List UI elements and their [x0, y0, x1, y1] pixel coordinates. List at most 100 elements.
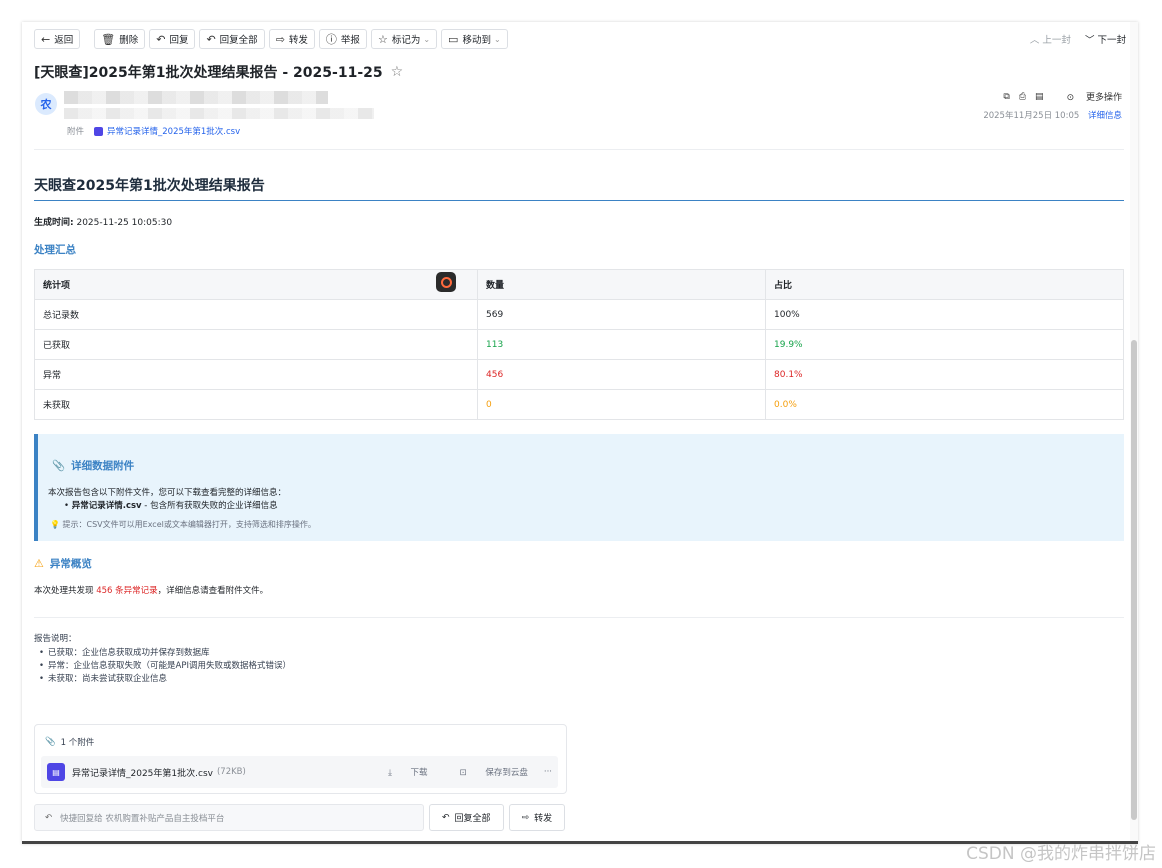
forward-button-bottom[interactable]: ⇨ 转发 — [508, 804, 566, 831]
download-button[interactable]: ⤓ 下载 — [372, 766, 427, 778]
title-rule — [34, 200, 1124, 201]
table-row: 总记录数 569 100% — [34, 299, 1124, 330]
column-header: 占比 — [765, 269, 1124, 300]
reply-all-button[interactable]: ↶ 回复全部 — [199, 29, 265, 49]
list-item: 异常：企业信息获取失败（可能是API调用失败或数据格式错误） — [39, 660, 291, 673]
notes-title: 报告说明： — [34, 634, 77, 644]
star-icon: ☆ — [377, 32, 388, 46]
stat-count: 0 — [477, 389, 766, 420]
reply-icon: ↶ — [45, 812, 53, 823]
paperclip-icon: 📎 — [45, 737, 56, 747]
copy-icon[interactable]: ⧉ — [1003, 92, 1009, 102]
cloud-icon: ⊡ — [459, 768, 467, 778]
column-header: 统计项 — [34, 269, 478, 300]
stat-ratio: 0.0% — [765, 389, 1124, 420]
screen-capture-icon[interactable] — [436, 272, 456, 292]
more-actions-button[interactable]: ⊙ 更多操作 — [1058, 90, 1122, 103]
download-icon: ⤓ — [388, 768, 392, 778]
attachment-file-size: (72KB) — [216, 767, 246, 777]
prev-mail-button[interactable]: ︿ 上一封 — [1030, 32, 1071, 46]
stat-item: 未获取 — [34, 389, 478, 420]
generation-time: 生成时间: 2025-11-25 10:05:30 — [34, 218, 173, 228]
mark-as-dropdown[interactable]: ☆ 标记为 ⌄ — [370, 29, 438, 49]
chevron-up-icon: ︿ — [1029, 35, 1040, 46]
stat-item: 异常 — [34, 359, 478, 390]
attachment-info-box: 📎 详细数据附件 本次报告包含以下附件文件，您可以下载查看完整的详细信息： • … — [34, 434, 1124, 541]
stat-ratio: 19.9% — [765, 329, 1124, 360]
header-attachment: 附件 异常记录详情_2025年第1批次.csv — [67, 125, 241, 137]
email-subject: [天眼查]2025年第1批次处理结果报告 - 2025-11-25 ☆ — [34, 64, 404, 81]
scrollbar-thumb[interactable] — [1131, 340, 1137, 820]
back-button[interactable]: ← 返回 — [34, 29, 81, 49]
table-row: 未获取 0 0.0% — [34, 389, 1124, 420]
table-header-row: 统计项 数量 占比 — [34, 269, 1124, 300]
reply-all-button-bottom[interactable]: ↶ 回复全部 — [429, 804, 504, 831]
abnormal-count: 456 条异常记录 — [96, 586, 158, 596]
stat-item: 已获取 — [34, 329, 478, 360]
stat-count: 569 — [477, 299, 766, 330]
chevron-down-icon: ﹀ — [1084, 35, 1095, 46]
arrow-left-icon: ← — [41, 32, 51, 46]
report-button[interactable]: ⓘ 举报 — [318, 29, 367, 49]
info-box-title: 📎 详细数据附件 — [52, 460, 135, 472]
scrollbar[interactable] — [1130, 22, 1138, 841]
header-actions: ⧉ ⎙ ▤ ⊙ 更多操作 2025年11月25日 10:05 详细信息 — [983, 90, 1122, 122]
notes-divider — [34, 617, 1124, 618]
attachment-item[interactable]: ▤ 异常记录详情_2025年第1批次.csv (72KB) ⤓ 下载 ⊡ 保存到… — [41, 756, 558, 788]
stat-count: 113 — [477, 329, 766, 360]
avatar[interactable]: 农 — [35, 93, 57, 115]
toolbar: ← 返回 🗑 删除 ↶ 回复 ↶ 回复全部 ⇨ 转发 ⓘ 举报 ☆ 标记为 ⌄ ▭ 移动到 ⌄ ︿ … — [34, 28, 1126, 50]
list-item: 未获取：尚未尝试获取企业信息 — [39, 673, 291, 686]
reply-button[interactable]: ↶ 回复 — [149, 29, 196, 49]
forward-icon: ⇨ — [521, 812, 530, 823]
reply-all-icon: ↶ — [442, 812, 450, 823]
summary-heading: 处理汇总 — [34, 244, 76, 256]
stat-count: 456 — [477, 359, 766, 390]
watermark: CSDN @我的炸串拌饼店 — [966, 844, 1156, 864]
report-notes: 报告说明： 已获取：企业信息获取成功并保存到数据库 异常：企业信息获取失败（可能… — [34, 632, 291, 686]
email-window: ← 返回 🗑 删除 ↶ 回复 ↶ 回复全部 ⇨ 转发 ⓘ 举报 ☆ 标记为 ⌄ ▭ 移动到 ⌄ ︿ … — [22, 22, 1138, 844]
pager: ︿ 上一封 ﹀ 下一封 — [1030, 32, 1126, 46]
detail-info-link[interactable]: 详细信息 — [1088, 111, 1122, 121]
file-icon — [94, 126, 104, 136]
more-circle-icon: ⊙ — [1066, 93, 1075, 103]
attachment-file-name[interactable]: 异常记录详情_2025年第1批次.csv — [72, 766, 213, 779]
abnormal-text: 本次处理共发现 456 条异常记录，详细信息请查看附件文件。 — [34, 586, 269, 596]
folder-icon: ▭ — [448, 32, 459, 46]
info-box-tip: 💡 提示：CSV文件可以用Excel或文本编辑器打开，支持筛选和排序操作。 — [50, 520, 316, 529]
email-datetime: 2025年11月25日 10:05 — [983, 111, 1080, 121]
star-icon[interactable]: ☆ — [391, 64, 404, 80]
header-attachment-link[interactable]: 异常记录详情_2025年第1批次.csv — [107, 125, 240, 137]
abnormal-heading: ⚠ 异常概览 — [34, 557, 92, 570]
paperclip-icon: 📎 — [52, 460, 66, 472]
report-title: 天眼查2025年第1批次处理结果报告 — [34, 178, 265, 194]
reply-icon: ↶ — [156, 32, 166, 46]
info-box-text: 本次报告包含以下附件文件，您可以下载查看完整的详细信息： — [48, 488, 287, 498]
delete-button[interactable]: 🗑 删除 — [94, 29, 146, 49]
attachment-count: 📎 1 个附件 — [45, 737, 95, 748]
note-icon[interactable]: ▤ — [1035, 92, 1044, 102]
info-box-bullet: • 异常记录详情.csv - 包含所有获取失败的企业详细信息 — [64, 501, 278, 511]
trash-icon: 🗑 — [101, 32, 116, 46]
warning-icon: ⚠ — [34, 557, 44, 570]
csv-file-icon: ▤ — [47, 763, 65, 781]
forward-button[interactable]: ⇨ 转发 — [268, 29, 315, 49]
table-row: 异常 456 80.1% — [34, 359, 1124, 390]
chevron-down-icon: ⌄ — [423, 34, 431, 44]
reply-all-icon: ↶ — [206, 32, 216, 46]
list-item: 已获取：企业信息获取成功并保存到数据库 — [39, 647, 291, 660]
print-icon[interactable]: ⎙ — [1019, 92, 1026, 102]
summary-table: 统计项 数量 占比 总记录数 569 100% 已获取 113 19.9% 异常… — [34, 269, 1124, 420]
next-mail-button[interactable]: ﹀ 下一封 — [1085, 32, 1126, 46]
forward-icon: ⇨ — [275, 32, 285, 46]
save-to-cloud-button[interactable]: ⊡ 保存到云盘 — [444, 766, 528, 778]
more-options-button[interactable]: ··· — [544, 767, 552, 777]
column-header: 数量 — [477, 269, 766, 300]
lightbulb-icon: 💡 — [50, 520, 60, 529]
redacted-recipient — [64, 108, 374, 119]
chevron-down-icon: ⌄ — [493, 34, 501, 44]
table-row: 已获取 113 19.9% — [34, 329, 1124, 360]
header-divider — [34, 149, 1124, 150]
move-to-dropdown[interactable]: ▭ 移动到 ⌄ — [441, 29, 508, 49]
quick-reply-input[interactable]: ↶ 快捷回复给 农机购置补贴产品自主投档平台 — [34, 804, 424, 831]
